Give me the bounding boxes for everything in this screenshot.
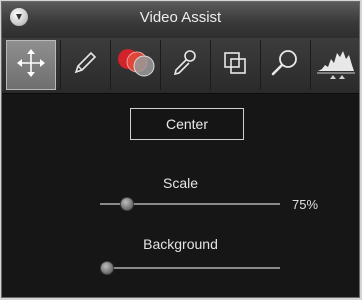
overlapping-circles-icon — [115, 46, 155, 85]
histogram-icon — [316, 45, 356, 86]
scale-label: Scale — [162, 175, 199, 191]
tool-overlay-squares[interactable] — [210, 40, 258, 90]
background-slider-track[interactable] — [102, 267, 280, 269]
video-assist-panel: Video Assist Center Scale 75% Background — [1, 1, 360, 298]
tool-color-overlay[interactable] — [110, 40, 158, 90]
background-slider-thumb[interactable] — [100, 261, 115, 275]
background-label: Background — [143, 236, 218, 252]
window-title: Video Assist — [139, 9, 222, 26]
tool-pencil[interactable] — [60, 40, 108, 90]
tool-eyedropper[interactable] — [160, 40, 208, 90]
title-bar: Video Assist — [2, 2, 359, 39]
scale-value: 75% — [292, 197, 319, 212]
center-button[interactable]: Center — [130, 108, 244, 140]
eyedropper-icon — [170, 48, 200, 83]
tool-histogram[interactable] — [310, 40, 360, 90]
move-arrows-icon — [15, 47, 47, 84]
pencil-icon — [71, 49, 99, 82]
scale-slider-thumb[interactable] — [120, 197, 134, 211]
overlapping-squares-icon — [220, 48, 250, 83]
tool-zoom[interactable] — [260, 40, 308, 90]
tool-move[interactable] — [6, 40, 56, 90]
toolbar — [2, 38, 359, 94]
magnifier-icon — [269, 47, 301, 84]
